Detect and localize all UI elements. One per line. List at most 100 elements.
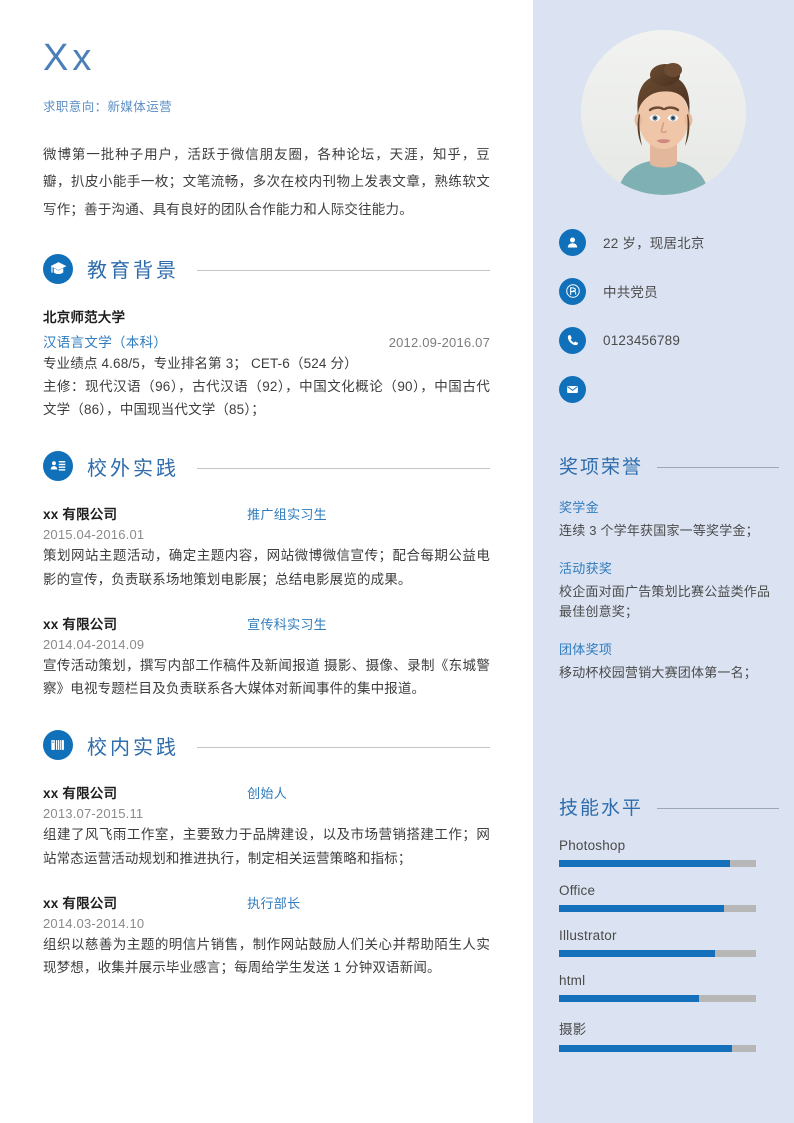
- section-title-on-campus: 校内实践: [87, 736, 179, 759]
- skill-item: 摄影: [559, 1018, 779, 1052]
- sidebar: 22 岁，现居北京 中共党员 0123456789 奖项荣誉 奖学金 连续 3 …: [533, 0, 794, 1123]
- profile-summary: 微博第一批种子用户，活跃于微信朋友圈，各种论坛，天涯，知乎，豆瓣，扒皮小能手一枚…: [43, 146, 490, 218]
- award-description: 移动杯校园营销大赛团体第一名；: [559, 665, 758, 681]
- section-off-campus: 校外实践 xx 有限公司 推广组实习生 2015.04-2016.01 策划网站…: [43, 451, 490, 700]
- award-label: 团体奖项: [559, 642, 613, 658]
- skill-progress-fill: [559, 995, 699, 1002]
- party-emblem-icon: [559, 277, 586, 305]
- skill-progress-track: [559, 1045, 756, 1052]
- id-card-icon: [43, 451, 73, 482]
- phone-icon: [559, 326, 586, 354]
- portrait-photo: [581, 30, 746, 195]
- role-title: 执行部长: [247, 895, 301, 911]
- education-detail: 主修：现代汉语（96），古代汉语（92），中国文化概论（90），中国古代文学（8…: [43, 379, 490, 418]
- contact-row-political-status: 中共党员: [559, 277, 779, 305]
- experience-period: 2014.03-2014.10: [43, 915, 145, 931]
- skill-label: Office: [559, 883, 596, 898]
- skill-progress-fill: [559, 1045, 733, 1052]
- skill-progress-track: [559, 995, 756, 1002]
- contact-text-political-status: 中共党员: [603, 285, 658, 300]
- section-header-skills: 技能水平: [559, 793, 779, 820]
- experience-header: xx 有限公司 创始人: [43, 782, 490, 802]
- award-item: 活动获奖 校企面对面广告策划比赛公益类作品最佳创意奖；: [559, 558, 779, 622]
- section-on-campus: 校内实践 xx 有限公司 创始人 2013.07-2015.11 组建了风飞雨工…: [43, 730, 490, 979]
- experience-header: xx 有限公司 推广组实习生: [43, 503, 490, 523]
- section-skills: 技能水平 Photoshop Office Illustrator html 摄…: [559, 793, 779, 1068]
- experience-header: xx 有限公司 执行部长: [43, 892, 490, 912]
- contact-text-phone: 0123456789: [603, 332, 681, 348]
- award-description: 校企面对面广告策划比赛公益类作品最佳创意奖；: [559, 584, 771, 620]
- school-name: 北京师范大学: [43, 309, 126, 325]
- major-name: 汉语言文学（本科）: [43, 334, 168, 350]
- experience-header: xx 有限公司 宣传科实习生: [43, 613, 490, 633]
- section-header-education: 教育背景: [43, 253, 490, 284]
- award-label: 奖学金: [559, 500, 599, 515]
- experience-description: 宣传活动策划，撰写内部工作稿件及新闻报道 摄影、摄像、录制《东城警察》电视专题栏…: [43, 657, 490, 697]
- experience-entry: xx 有限公司 执行部长 2014.03-2014.10 组织以慈善为主题的明信…: [43, 892, 490, 979]
- organization-name: xx 有限公司: [43, 507, 118, 523]
- section-divider: [657, 807, 779, 809]
- section-divider: [197, 467, 490, 469]
- role-title: 创始人: [247, 786, 288, 802]
- section-header-off-campus: 校外实践: [43, 451, 490, 482]
- section-title-off-campus: 校外实践: [87, 457, 179, 480]
- skill-progress-fill: [559, 905, 725, 912]
- section-divider: [197, 746, 490, 748]
- skill-label: 摄影: [559, 1022, 587, 1037]
- organization-name: xx 有限公司: [43, 786, 118, 802]
- experience-description: 组织以慈善为主题的明信片销售，制作网站鼓励人们关心并帮助陌生人实现梦想，收集并展…: [43, 936, 490, 975]
- section-divider: [197, 270, 490, 272]
- contact-row-email[interactable]: [559, 375, 779, 403]
- organization-name: xx 有限公司: [43, 616, 118, 632]
- experience-entry: xx 有限公司 宣传科实习生 2014.04-2014.09 宣传活动策划，撰写…: [43, 613, 490, 700]
- person-icon: [559, 228, 586, 256]
- section-education: 教育背景 北京师范大学 汉语言文学（本科） 2012.09-2016.07 专业…: [43, 253, 490, 422]
- skill-progress-track: [559, 905, 756, 912]
- section-divider: [657, 466, 779, 468]
- skill-item: Office: [559, 883, 779, 912]
- job-objective: 求职意向：新媒体运营: [43, 99, 173, 114]
- skill-progress-track: [559, 950, 756, 957]
- skill-progress-track: [559, 860, 756, 867]
- organization-name: xx 有限公司: [43, 895, 118, 911]
- award-item: 团体奖项 移动杯校园营销大赛团体第一名；: [559, 639, 779, 683]
- page-title: Xx: [43, 37, 96, 79]
- skill-item: Photoshop: [559, 838, 779, 867]
- contact-row-age-location: 22 岁，现居北京: [559, 228, 779, 256]
- experience-entry: xx 有限公司 创始人 2013.07-2015.11 组建了风飞雨工作室，主要…: [43, 782, 490, 869]
- graduation-cap-icon: [43, 253, 73, 284]
- education-meta-row: 汉语言文学（本科） 2012.09-2016.07: [43, 331, 490, 351]
- role-title: 宣传科实习生: [247, 616, 327, 632]
- resume-page: Xx 求职意向：新媒体运营 微博第一批种子用户，活跃于微信朋友圈，各种论坛，天涯…: [0, 0, 794, 1123]
- experience-entry: xx 有限公司 推广组实习生 2015.04-2016.01 策划网站主题活动，…: [43, 503, 490, 590]
- avatar: [581, 30, 746, 195]
- skill-item: Illustrator: [559, 928, 779, 957]
- section-title-skills: 技能水平: [559, 798, 644, 819]
- section-title-education: 教育背景: [87, 260, 179, 283]
- experience-period: 2014.04-2014.09: [43, 636, 145, 652]
- contact-row-phone[interactable]: 0123456789: [559, 326, 779, 354]
- main-column: Xx 求职意向：新媒体运营 微博第一批种子用户，活跃于微信朋友圈，各种论坛，天涯…: [0, 0, 533, 1123]
- experience-description: 组建了风飞雨工作室，主要致力于品牌建设，以及市场营销搭建工作；网站常态运营活动规…: [43, 827, 490, 866]
- section-header-on-campus: 校内实践: [43, 730, 490, 761]
- skill-progress-fill: [559, 950, 715, 957]
- experience-period: 2013.07-2015.11: [43, 806, 144, 822]
- skill-label: Illustrator: [559, 928, 617, 943]
- skill-item: html: [559, 973, 779, 1002]
- award-label: 活动获奖: [559, 561, 613, 577]
- award-description: 连续 3 个学年获国家一等奖学金；: [559, 523, 759, 538]
- contact-text-age-location: 22 岁，现居北京: [603, 236, 705, 251]
- education-detail: 专业绩点 4.68/5，专业排名第 3； CET-6（524 分）: [43, 355, 358, 371]
- role-title: 推广组实习生: [247, 507, 327, 523]
- campus-building-icon: [43, 730, 73, 761]
- education-daterange: 2012.09-2016.07: [388, 334, 490, 350]
- skill-label: Photoshop: [559, 838, 626, 853]
- mail-icon: [559, 375, 586, 403]
- skill-progress-fill: [559, 860, 731, 867]
- section-awards: 奖项荣誉 奖学金 连续 3 个学年获国家一等奖学金； 活动获奖 校企面对面广告策…: [559, 452, 779, 701]
- experience-period: 2015.04-2016.01: [43, 527, 145, 543]
- skill-label: html: [559, 973, 586, 988]
- award-item: 奖学金 连续 3 个学年获国家一等奖学金；: [559, 497, 779, 541]
- section-header-awards: 奖项荣誉: [559, 452, 779, 479]
- experience-description: 策划网站主题活动，确定主题内容，网站微博微信宣传；配合每期公益电影的宣传，负责联…: [43, 548, 490, 587]
